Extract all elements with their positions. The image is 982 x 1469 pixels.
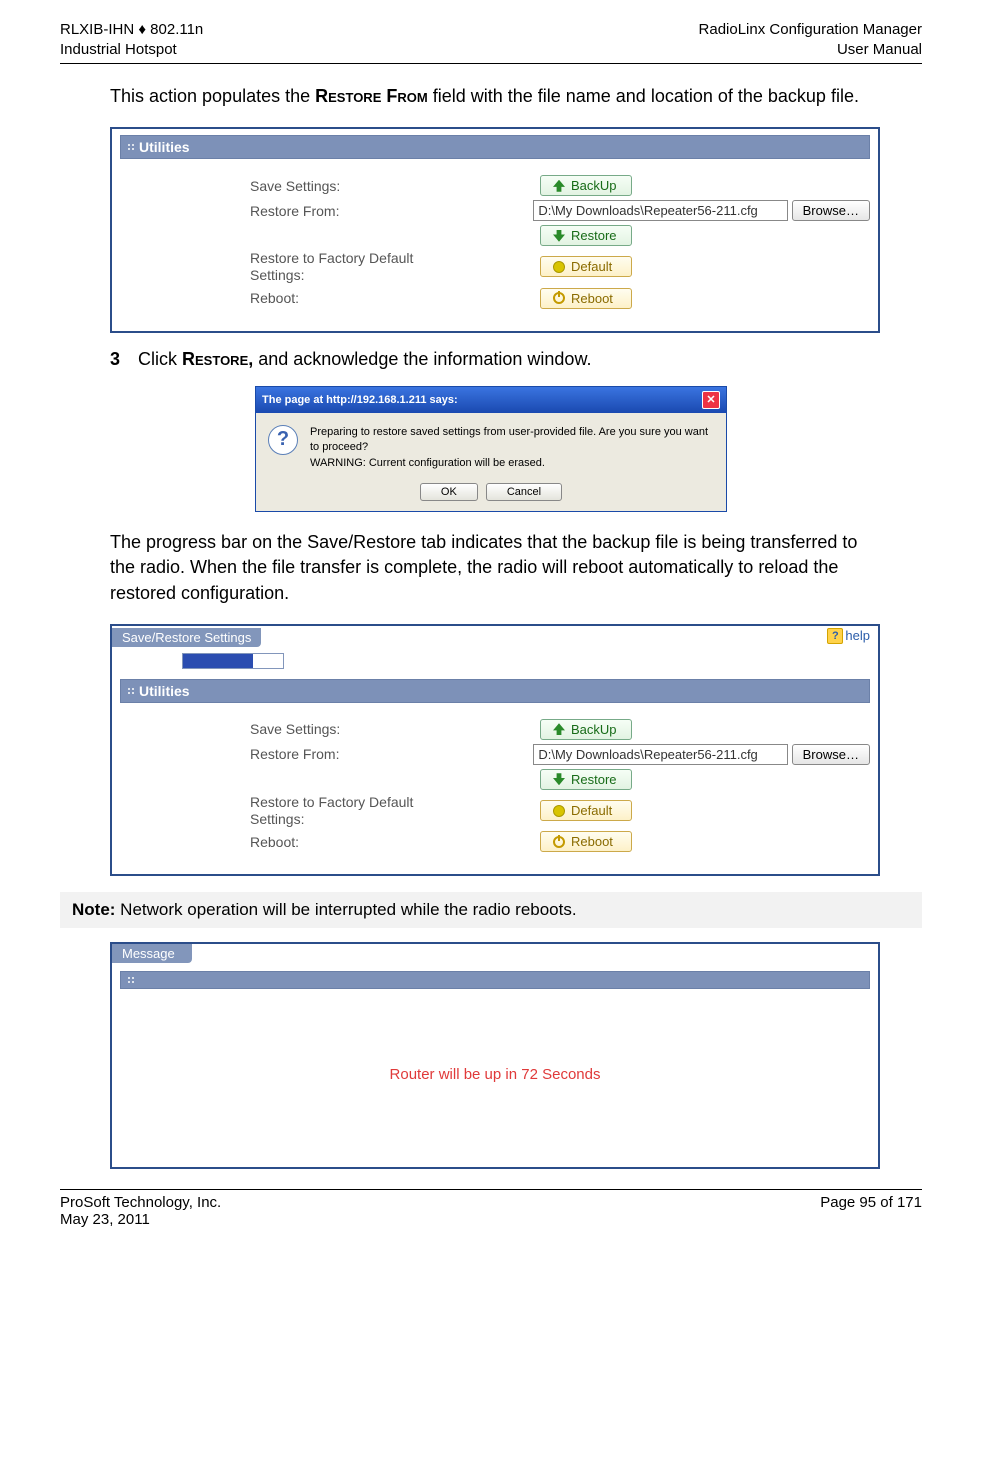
backup-button[interactable]: BackUp xyxy=(540,719,632,740)
save-settings-label: Save Settings: xyxy=(120,721,540,737)
factory-default-label-2: Settings: xyxy=(250,811,540,828)
intro-paragraph: This action populates the Restore From f… xyxy=(110,84,882,109)
default-button[interactable]: Default xyxy=(540,256,632,277)
utilities-header: Utilities xyxy=(120,135,870,159)
save-restore-panel: Save/Restore Settings ?help Utilities Sa… xyxy=(110,624,880,877)
message-tab: Message xyxy=(112,944,192,963)
confirm-dialog: The page at http://192.168.1.211 says: ✕… xyxy=(255,386,727,512)
power-icon xyxy=(553,836,565,848)
progress-bar xyxy=(182,653,284,669)
download-icon xyxy=(553,773,565,785)
dot-icon xyxy=(553,805,565,817)
restore-from-label: Restore From: xyxy=(120,746,533,762)
hdr-subproduct: Industrial Hotspot xyxy=(60,40,203,60)
reboot-label: Reboot: xyxy=(120,834,540,850)
countdown-text: Router will be up in 72 Seconds xyxy=(390,1066,601,1083)
save-settings-label: Save Settings: xyxy=(120,178,540,194)
reboot-label: Reboot: xyxy=(120,290,540,306)
step-3: 3 Click Restore, and acknowledge the inf… xyxy=(110,347,882,372)
utilities-panel-1: Utilities Save Settings: BackUp Restore … xyxy=(110,127,880,333)
reboot-button[interactable]: Reboot xyxy=(540,288,632,309)
footer-company: ProSoft Technology, Inc. xyxy=(60,1194,221,1211)
download-icon xyxy=(553,230,565,242)
note-box: Note: Network operation will be interrup… xyxy=(60,892,922,928)
question-icon: ? xyxy=(268,425,298,455)
restore-button[interactable]: Restore xyxy=(540,225,632,246)
browse-button[interactable]: Browse… xyxy=(792,744,870,765)
upload-icon xyxy=(553,180,565,192)
footer-date: May 23, 2011 xyxy=(60,1211,221,1228)
footer-page: Page 95 of 171 xyxy=(820,1194,922,1228)
browse-button[interactable]: Browse… xyxy=(792,200,870,221)
help-link[interactable]: ?help xyxy=(827,628,870,644)
restore-button[interactable]: Restore xyxy=(540,769,632,790)
dialog-line-2: WARNING: Current configuration will be e… xyxy=(310,456,714,471)
drag-handle-icon xyxy=(127,143,135,151)
close-icon[interactable]: ✕ xyxy=(702,391,720,409)
factory-default-label-1: Restore to Factory Default xyxy=(250,794,540,811)
restore-from-input[interactable] xyxy=(533,744,787,765)
cancel-button[interactable]: Cancel xyxy=(486,483,562,501)
hdr-doc: RadioLinx Configuration Manager xyxy=(699,20,922,40)
hdr-product: RLXIB-IHN ♦ 802.11n xyxy=(60,20,203,40)
help-icon: ? xyxy=(827,628,843,644)
factory-default-label-2: Settings: xyxy=(250,267,540,284)
save-restore-tab: Save/Restore Settings xyxy=(112,628,261,647)
message-panel: Message Router will be up in 72 Seconds xyxy=(110,942,880,1169)
utilities-header-2: Utilities xyxy=(120,679,870,703)
upload-icon xyxy=(553,723,565,735)
dialog-line-1: Preparing to restore saved settings from… xyxy=(310,425,714,456)
restore-from-input[interactable] xyxy=(533,200,787,221)
factory-default-label-1: Restore to Factory Default xyxy=(250,250,540,267)
progress-paragraph: The progress bar on the Save/Restore tab… xyxy=(110,530,882,606)
drag-handle-icon xyxy=(127,687,135,695)
restore-from-label: Restore From: xyxy=(120,203,533,219)
default-button[interactable]: Default xyxy=(540,800,632,821)
power-icon xyxy=(553,292,565,304)
hdr-doctype: User Manual xyxy=(699,40,922,60)
reboot-button[interactable]: Reboot xyxy=(540,831,632,852)
dialog-title: The page at http://192.168.1.211 says: xyxy=(262,394,458,406)
backup-button[interactable]: BackUp xyxy=(540,175,632,196)
drag-handle-icon xyxy=(127,976,135,984)
dot-icon xyxy=(553,261,565,273)
ok-button[interactable]: OK xyxy=(420,483,478,501)
message-header xyxy=(120,971,870,989)
